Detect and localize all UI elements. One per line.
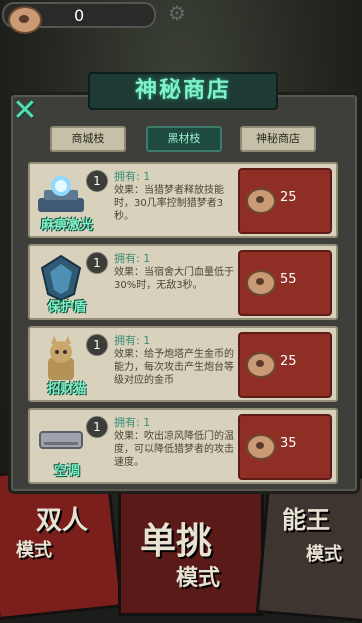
- item-name: 麻痹激光: [40, 218, 93, 233]
- shop-item: 1 招财猫 拥有: 1 效果：给予炮塔产生金币的能力，每次攻击产生炮台等级对应的…: [28, 326, 338, 402]
- own-label: 拥有:: [114, 416, 140, 429]
- buy-button[interactable]: 35: [238, 414, 332, 480]
- own-value: 1: [143, 416, 151, 429]
- buy-button[interactable]: 55: [238, 250, 332, 316]
- item-effect: 效果：当猎梦者释放技能时，30几率控制猎梦者3秒。: [114, 185, 224, 222]
- own-label: 拥有:: [114, 334, 140, 347]
- price: 25: [280, 354, 297, 369]
- close-icon[interactable]: ✕: [12, 96, 38, 126]
- own-value: 1: [143, 170, 151, 183]
- shop-item: 1 空调 拥有: 1 效果：吹出凉风降低门的温度，可以降低猎梦者的攻击速度。 3…: [28, 408, 338, 484]
- coin-icon: [246, 188, 276, 214]
- coin-count: 0: [74, 6, 85, 25]
- settings-gear-icon[interactable]: ⚙: [166, 2, 188, 24]
- price: 35: [280, 436, 297, 451]
- level-badge: 1: [86, 416, 108, 438]
- own-count: 拥有: 1: [114, 332, 150, 348]
- buy-button[interactable]: 25: [238, 168, 332, 234]
- own-label: 拥有:: [114, 170, 140, 183]
- own-value: 1: [143, 334, 151, 347]
- level-badge: 1: [86, 170, 108, 192]
- coin-icon: [246, 270, 276, 296]
- mode-mid-label: 单挑: [140, 521, 213, 562]
- shop-item: 1 保护盾 拥有: 1 效果：当宿舍大门血量低于30%时，无敌3秒。 55: [28, 244, 338, 320]
- coin-counter: 0: [2, 2, 156, 34]
- coin-icon: [246, 352, 276, 378]
- item-effect: 效果：当宿舍大门血量低于30%时，无敌3秒。: [114, 267, 234, 291]
- buy-button[interactable]: 25: [238, 332, 332, 398]
- own-label: 拥有:: [114, 252, 140, 265]
- level-badge: 1: [86, 252, 108, 274]
- own-count: 拥有: 1: [114, 168, 150, 184]
- mode-mid-sub: 模式: [176, 566, 221, 591]
- shop-item: 1 麻痹激光 拥有: 1 效果：当猎梦者释放技能时，30几率控制猎梦者3秒。 2…: [28, 162, 338, 238]
- level-badge: 1: [86, 334, 108, 356]
- mode-right-sub: 模式: [306, 544, 342, 565]
- coin-icon: [246, 434, 276, 460]
- tab-mystery-shop[interactable]: 神秘商店: [240, 126, 316, 152]
- item-name: 保护盾: [47, 300, 87, 315]
- mode-left-sub: 模式: [16, 540, 52, 561]
- tab-mall[interactable]: 商城枝: [50, 126, 126, 152]
- price: 55: [280, 272, 297, 287]
- own-count: 拥有: 1: [114, 414, 150, 430]
- item-name: 空调: [53, 464, 80, 479]
- own-count: 拥有: 1: [114, 250, 150, 266]
- price: 25: [280, 190, 297, 205]
- item-effect: 效果：给予炮塔产生金币的能力，每次攻击产生炮台等级对应的金币: [114, 349, 234, 386]
- mode-right-label: 能王: [282, 506, 330, 534]
- shop-title: 神秘商店: [88, 72, 278, 110]
- coin-icon: [8, 6, 42, 34]
- tab-black-material[interactable]: 黑材枝: [146, 126, 222, 152]
- item-effect: 效果：吹出凉风降低门的温度，可以降低猎梦者的攻击速度。: [114, 431, 234, 468]
- item-name: 招财猫: [47, 382, 87, 397]
- mode-left-label: 双人: [36, 506, 89, 536]
- own-value: 1: [143, 252, 151, 265]
